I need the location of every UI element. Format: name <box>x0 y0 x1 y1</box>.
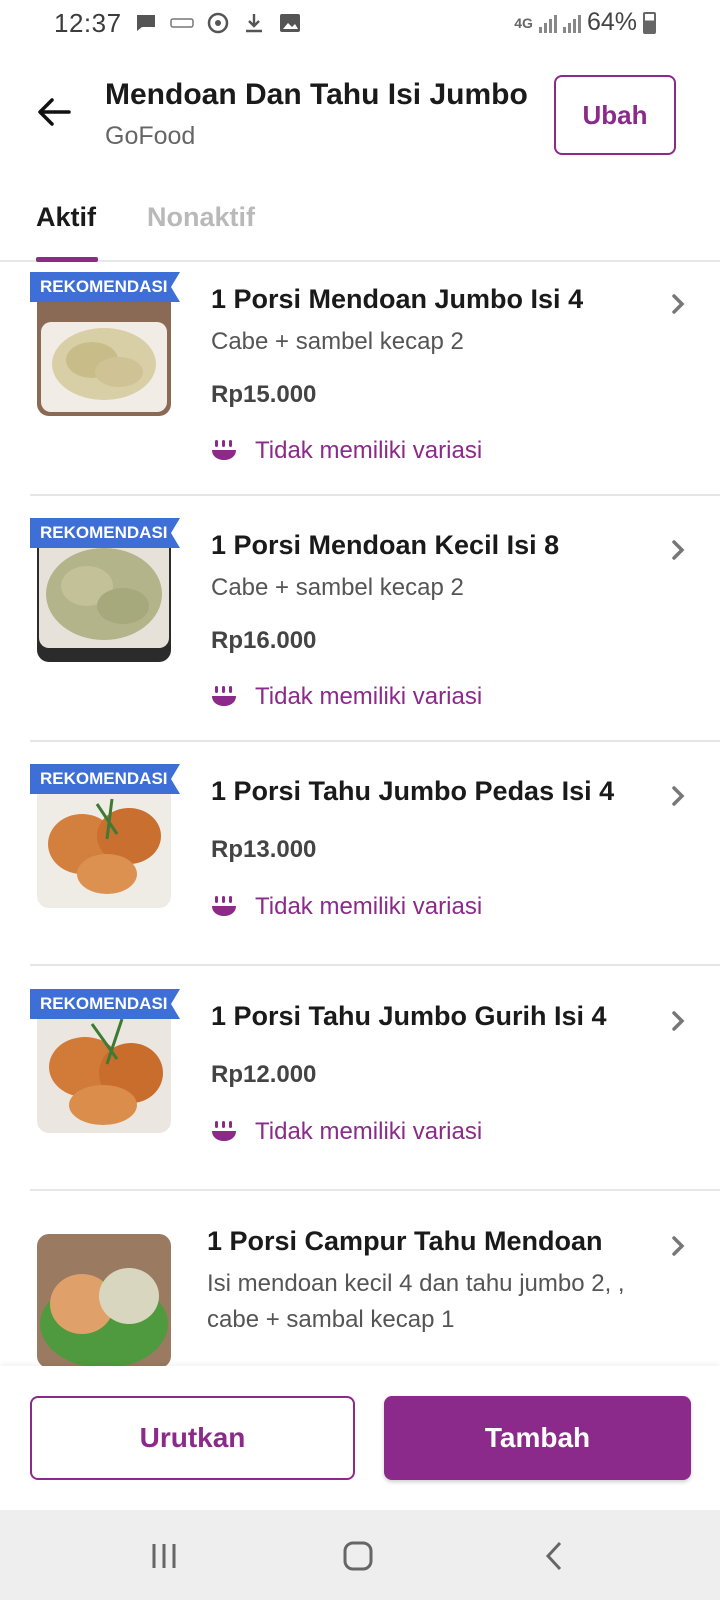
recommended-badge: REKOMENDASI <box>30 518 180 548</box>
dish-icon <box>212 1121 236 1141</box>
system-back-button[interactable] <box>530 1532 578 1580</box>
menu-list[interactable]: REKOMENDASI 1 Porsi Mendoan Jumbo Isi 4 … <box>0 262 720 1366</box>
network-type: 4G <box>514 14 533 31</box>
status-time: 12:37 <box>54 7 122 38</box>
item-variant: Tidak memiliki variasi <box>211 893 482 921</box>
sort-button[interactable]: Urutkan <box>30 1396 355 1480</box>
item-variant-label: Tidak memiliki variasi <box>255 893 483 920</box>
dish-icon <box>212 686 236 706</box>
item-variant: Tidak memiliki variasi <box>211 1118 482 1146</box>
item-variant-label: Tidak memiliki variasi <box>255 683 483 710</box>
item-variant: Tidak memiliki variasi <box>211 437 482 465</box>
tab-bar: Aktif Nonaktif <box>0 186 720 262</box>
edit-button[interactable]: Ubah <box>554 75 676 155</box>
chevron-right-icon <box>666 784 690 808</box>
item-description: Cabe + sambel kecap 2 <box>211 328 464 355</box>
food-image <box>37 528 171 662</box>
chevron-right-icon <box>666 1234 690 1258</box>
app-notification-icon <box>169 11 194 35</box>
back-button[interactable] <box>30 88 78 136</box>
recommended-badge: REKOMENDASI <box>30 272 180 302</box>
menu-item[interactable]: REKOMENDASI 1 Porsi Tahu Jumbo Pedas Isi… <box>30 754 720 966</box>
message-icon <box>134 11 158 35</box>
chevron-right-icon <box>666 1009 690 1033</box>
item-title: 1 Porsi Mendoan Kecil Isi 8 <box>211 530 560 560</box>
status-bar: 12:37 4G 64% <box>0 0 720 46</box>
item-title: 1 Porsi Tahu Jumbo Pedas Isi 4 <box>211 776 615 806</box>
item-description-line-2: cabe + sambal kecap 1 <box>207 1306 455 1333</box>
food-image <box>37 774 171 908</box>
recent-apps-button[interactable] <box>140 1532 188 1580</box>
tab-nonaktif[interactable]: Nonaktif <box>147 202 255 233</box>
home-button[interactable] <box>334 1532 382 1580</box>
food-image <box>37 999 171 1133</box>
item-variant: Tidak memiliki variasi <box>211 683 482 711</box>
system-nav-bar <box>0 1510 720 1600</box>
header: Mendoan Dan Tahu Isi Jumbo GoFood Ubah <box>0 60 720 180</box>
recent-apps-icon <box>152 1544 176 1568</box>
item-variant-label: Tidak memiliki variasi <box>255 1118 483 1145</box>
dish-icon <box>212 440 236 460</box>
signal-icon-2 <box>562 13 581 33</box>
home-icon <box>343 1541 373 1571</box>
signal-icon <box>538 13 557 33</box>
tab-aktif[interactable]: Aktif <box>36 202 96 233</box>
item-description: Cabe + sambel kecap 2 <box>211 574 464 601</box>
battery-icon <box>643 11 656 34</box>
gojek-icon <box>206 11 230 35</box>
item-title: 1 Porsi Mendoan Jumbo Isi 4 <box>211 284 584 314</box>
page-title: Mendoan Dan Tahu Isi Jumbo <box>105 78 528 111</box>
recommended-badge: REKOMENDASI <box>30 989 180 1019</box>
chevron-right-icon <box>666 538 690 562</box>
download-icon <box>242 11 266 35</box>
item-price: Rp15.000 <box>211 381 317 408</box>
recommended-badge: REKOMENDASI <box>30 764 180 794</box>
item-description: Isi mendoan kecil 4 dan tahu jumbo 2, , <box>207 1270 625 1297</box>
menu-item[interactable]: REKOMENDASI 1 Porsi Mendoan Kecil Isi 8 … <box>30 508 720 742</box>
battery-percent: 64% <box>586 8 637 36</box>
menu-item[interactable]: REKOMENDASI 1 Porsi Tahu Jumbo Gurih Isi… <box>30 979 720 1191</box>
image-icon <box>278 11 302 35</box>
menu-item[interactable]: 1 Porsi Campur Tahu Mendoan Isi mendoan … <box>30 1204 720 1366</box>
add-button[interactable]: Tambah <box>384 1396 691 1480</box>
item-price: Rp12.000 <box>211 1061 317 1088</box>
item-title: 1 Porsi Campur Tahu Mendoan <box>207 1226 603 1256</box>
bottom-action-bar: Urutkan Tambah <box>0 1366 720 1510</box>
chevron-left-icon <box>545 1541 562 1571</box>
page-subtitle: GoFood <box>105 122 196 150</box>
menu-item[interactable]: REKOMENDASI 1 Porsi Mendoan Jumbo Isi 4 … <box>30 262 720 496</box>
arrow-left-icon <box>38 98 71 126</box>
food-image <box>37 282 171 416</box>
dish-icon <box>212 896 236 916</box>
item-price: Rp13.000 <box>211 836 317 863</box>
item-variant-label: Tidak memiliki variasi <box>255 437 483 464</box>
item-title: 1 Porsi Tahu Jumbo Gurih Isi 4 <box>211 1001 607 1031</box>
item-price: Rp16.000 <box>211 627 317 654</box>
chevron-right-icon <box>666 292 690 316</box>
food-image <box>37 1234 171 1366</box>
